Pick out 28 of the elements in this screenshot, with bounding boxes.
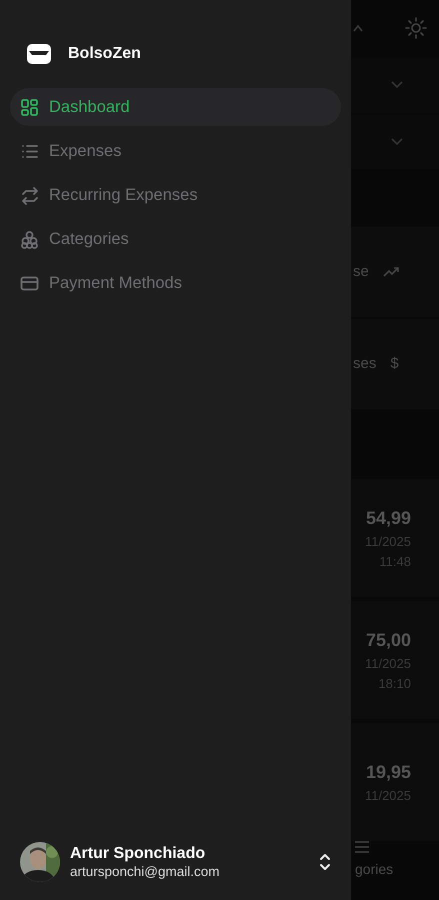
repeat-icon (20, 186, 39, 204)
nav-item[interactable]: Recurring Expenses (10, 176, 341, 214)
chevron-down-icon[interactable] (391, 81, 403, 90)
user-menu[interactable]: Artur Sponchiado artursponchi@gmail.com (10, 842, 341, 900)
app-name: BolsoZen (68, 44, 141, 64)
nav-item[interactable]: Dashboard (10, 88, 341, 126)
chevron-up-down-icon (319, 853, 331, 871)
expense-amount: 75,00 (364, 629, 411, 652)
bottom-nav-label[interactable]: gories (355, 859, 439, 880)
card-label: se (353, 262, 369, 282)
chevron-down-icon[interactable] (391, 138, 403, 146)
grid-icon (20, 98, 39, 116)
user-email: artursponchi@gmail.com (70, 863, 220, 880)
wallet-logo-icon (26, 42, 52, 64)
credit-card-icon (20, 274, 39, 292)
expense-amount: 54,99 (364, 507, 411, 530)
trend-up-icon (382, 266, 399, 278)
nav-item[interactable]: Expenses (10, 132, 341, 170)
menu-icon[interactable] (355, 841, 369, 854)
card-label: ses (353, 354, 376, 374)
caret-up-icon (353, 24, 363, 32)
currency-symbol: $ (390, 354, 399, 374)
shapes-icon (20, 230, 39, 248)
user-name: Artur Sponchiado (70, 844, 206, 863)
expense-amount: 19,95 (364, 761, 411, 784)
nav-item[interactable]: Payment Methods (10, 264, 341, 302)
sun-icon[interactable] (405, 17, 427, 40)
nav-item[interactable]: Categories (10, 220, 341, 258)
